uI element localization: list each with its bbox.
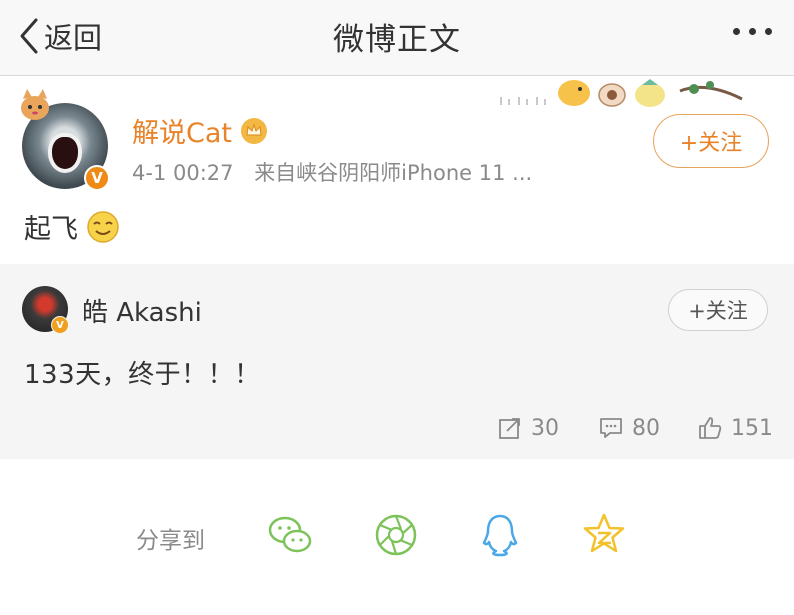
thumbs-up-icon <box>699 417 722 439</box>
cat-sticker-icon <box>21 89 49 120</box>
qq-icon[interactable] <box>476 511 524 559</box>
post-meta: 4-1 00:27 来自峡谷阴阳师iPhone 11 ... <box>132 157 532 187</box>
more-options-button[interactable] <box>733 28 772 35</box>
verified-badge-icon: V <box>51 316 69 334</box>
page-title: 微博正文 <box>333 22 461 58</box>
repost-count-button[interactable]: 30 <box>497 410 559 446</box>
post-content: 起飞 <box>24 207 120 246</box>
comment-icon <box>600 418 622 438</box>
share-bar: 分享到 <box>0 459 794 615</box>
share-icon <box>499 418 520 439</box>
comment-count-button[interactable]: 80 <box>598 410 660 446</box>
share-label: 分享到 <box>136 528 205 554</box>
avatar[interactable]: V <box>21 89 110 191</box>
smug-emoji-icon <box>87 210 119 243</box>
follow-button[interactable]: +关注 <box>653 114 769 168</box>
username-text: 解说Cat <box>132 118 232 149</box>
comment-count: 80 <box>632 415 660 441</box>
nav-bar: 返回 微博正文 <box>0 0 794 76</box>
wechat-icon[interactable] <box>266 511 314 559</box>
more-dot-icon <box>733 28 740 35</box>
post-source: 来自峡谷阴阳师iPhone 11 ... <box>254 161 533 185</box>
qzone-star-icon[interactable] <box>580 511 628 559</box>
repost-follow-button[interactable]: +关注 <box>668 289 768 331</box>
weibo-post: V 解说Cat 4-1 00:27 来自峡谷阴阳师iPhone 11 ... +… <box>0 77 794 264</box>
reposted-card[interactable]: V 皓 Akashi +关注 133天，终于！！！ 30 80 151 <box>0 264 794 459</box>
like-count: 151 <box>731 415 773 441</box>
verified-badge-icon: V <box>84 165 110 191</box>
post-username[interactable]: 解说Cat <box>132 111 268 150</box>
post-time: 4-1 00:27 <box>132 161 234 185</box>
more-dot-icon <box>765 28 772 35</box>
vip-crown-icon <box>240 117 267 144</box>
decorative-card-icon <box>500 79 743 107</box>
post-text: 起飞 <box>24 214 78 245</box>
like-count-button[interactable]: 151 <box>697 410 773 446</box>
repost-text: 133天，终于！！！ <box>24 360 261 390</box>
more-dot-icon <box>749 28 756 35</box>
share-count: 30 <box>531 415 559 441</box>
wechat-moments-icon[interactable] <box>372 511 420 559</box>
repost-username[interactable]: 皓 Akashi <box>82 292 202 329</box>
shark-icon <box>48 133 82 173</box>
